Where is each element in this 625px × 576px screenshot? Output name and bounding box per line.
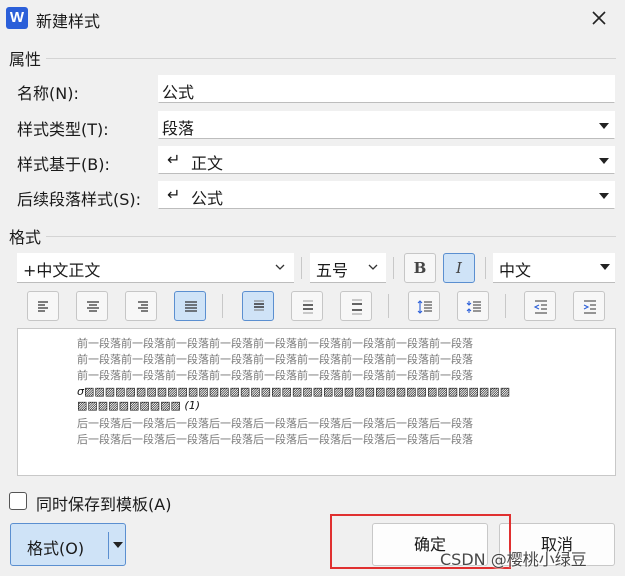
split-divider xyxy=(108,532,109,559)
style-type-value: 段落 xyxy=(162,119,195,138)
script-value: 中文 xyxy=(499,261,532,280)
csdn-watermark: CSDN @樱桃小绿豆 xyxy=(440,550,587,569)
decrease-indent-button[interactable] xyxy=(524,291,556,321)
style-preview-pane: 前一段落前一段落前一段落前一段落前一段落前一段落前一段落前一段落前一段落 前一段… xyxy=(17,328,616,476)
chevron-down-icon xyxy=(368,264,378,270)
dropdown-arrow-icon xyxy=(600,264,610,270)
font-size-value: 五号 xyxy=(316,261,349,280)
chevron-down-icon xyxy=(275,264,285,270)
italic-icon: I xyxy=(456,259,462,277)
line-spacing-1-5-button[interactable] xyxy=(291,291,323,321)
line-spacing-double-icon xyxy=(352,299,362,315)
increase-indent-button[interactable] xyxy=(573,291,605,321)
format-divider xyxy=(46,236,616,237)
line-spacing-one-half-icon xyxy=(303,300,313,314)
align-center-icon xyxy=(87,301,99,312)
justify-button[interactable] xyxy=(174,291,206,321)
decrease-paragraph-spacing-button[interactable] xyxy=(457,291,489,321)
close-button[interactable] xyxy=(587,6,611,30)
based-on-select[interactable]: ↵ 正文 xyxy=(158,146,615,174)
script-select[interactable]: 中文 xyxy=(493,253,615,283)
title-bar: W 新建样式 xyxy=(0,0,625,38)
format-section-label: 格式 xyxy=(9,228,42,247)
toolbar-separator xyxy=(485,257,486,279)
name-input-value: 公式 xyxy=(162,83,195,102)
format-menu-label: 格式(O) xyxy=(27,539,85,558)
properties-section-label: 属性 xyxy=(9,50,42,69)
based-on-value: 正文 xyxy=(191,154,224,173)
font-value: +中文正文 xyxy=(23,261,101,280)
bold-icon: B xyxy=(413,259,427,277)
align-center-button[interactable] xyxy=(76,291,108,321)
properties-divider xyxy=(46,58,616,59)
dialog-title: 新建样式 xyxy=(36,12,101,31)
line-spacing-double-button[interactable] xyxy=(340,291,372,321)
bold-button[interactable]: B xyxy=(404,253,436,283)
justify-icon xyxy=(185,301,197,312)
style-type-select[interactable]: 段落 xyxy=(158,111,615,139)
following-style-select[interactable]: ↵ 公式 xyxy=(158,181,615,209)
wps-writer-icon: W xyxy=(6,7,28,29)
increase-indent-icon xyxy=(583,300,596,314)
dropdown-arrow-icon xyxy=(599,193,609,199)
name-label: 名称(N): xyxy=(17,84,79,103)
italic-button[interactable]: I xyxy=(443,253,475,283)
format-menu-button[interactable]: 格式(O) xyxy=(10,523,126,566)
toolbar-separator xyxy=(301,257,302,279)
line-spacing-single-icon xyxy=(254,300,264,311)
increase-spacing-icon xyxy=(417,300,432,314)
toolbar-separator xyxy=(505,294,506,318)
paragraph-return-icon: ↵ xyxy=(167,150,181,169)
save-to-template-checkbox[interactable] xyxy=(9,492,27,510)
dropdown-arrow-icon xyxy=(599,158,609,164)
increase-paragraph-spacing-button[interactable] xyxy=(408,291,440,321)
font-select[interactable]: +中文正文 xyxy=(17,253,294,283)
preview-next-paragraph-line: 后一段落后一段落后一段落后一段落后一段落后一段落后一段落后一段落后一段落 xyxy=(77,417,473,430)
close-icon xyxy=(592,11,606,25)
align-left-button[interactable] xyxy=(27,291,59,321)
preview-previous-paragraph-line: 前一段落前一段落前一段落前一段落前一段落前一段落前一段落前一段落前一段落 xyxy=(77,337,473,350)
based-on-label: 样式基于(B): xyxy=(17,155,110,174)
style-type-label: 样式类型(T): xyxy=(17,120,109,139)
preview-previous-paragraph-line: 前一段落前一段落前一段落前一段落前一段落前一段落前一段落前一段落前一段落 xyxy=(77,353,473,366)
align-left-icon xyxy=(38,301,48,312)
paragraph-return-icon: ↵ xyxy=(167,185,181,204)
align-right-button[interactable] xyxy=(125,291,157,321)
name-input[interactable]: 公式 xyxy=(158,75,615,103)
toolbar-separator xyxy=(388,294,389,318)
save-to-template-label: 同时保存到模板(A) xyxy=(36,495,172,514)
preview-current-paragraph-line: ▨▨▨▨▨▨▨▨▨▨ (1) xyxy=(77,399,201,412)
line-spacing-single-button[interactable] xyxy=(242,291,274,321)
preview-current-paragraph-line: σ▨▨▨▨▨▨▨▨▨▨▨▨▨▨▨▨▨▨▨▨▨▨▨▨▨▨▨▨▨▨▨▨▨▨▨▨▨▨▨… xyxy=(77,385,511,398)
align-right-icon xyxy=(138,301,148,312)
dropdown-arrow-icon xyxy=(113,542,123,548)
preview-previous-paragraph-line: 前一段落前一段落前一段落前一段落前一段落前一段落前一段落前一段落前一段落 xyxy=(77,369,473,382)
decrease-indent-icon xyxy=(533,300,547,314)
toolbar-separator xyxy=(393,257,394,279)
following-style-value: 公式 xyxy=(191,189,224,208)
decrease-spacing-icon xyxy=(466,301,481,313)
font-size-select[interactable]: 五号 xyxy=(310,253,386,283)
dropdown-arrow-icon xyxy=(599,123,609,129)
toolbar-separator xyxy=(222,294,223,318)
following-style-label: 后续段落样式(S): xyxy=(17,190,142,209)
preview-next-paragraph-line: 后一段落后一段落后一段落后一段落后一段落后一段落后一段落后一段落后一段落 xyxy=(77,433,473,446)
